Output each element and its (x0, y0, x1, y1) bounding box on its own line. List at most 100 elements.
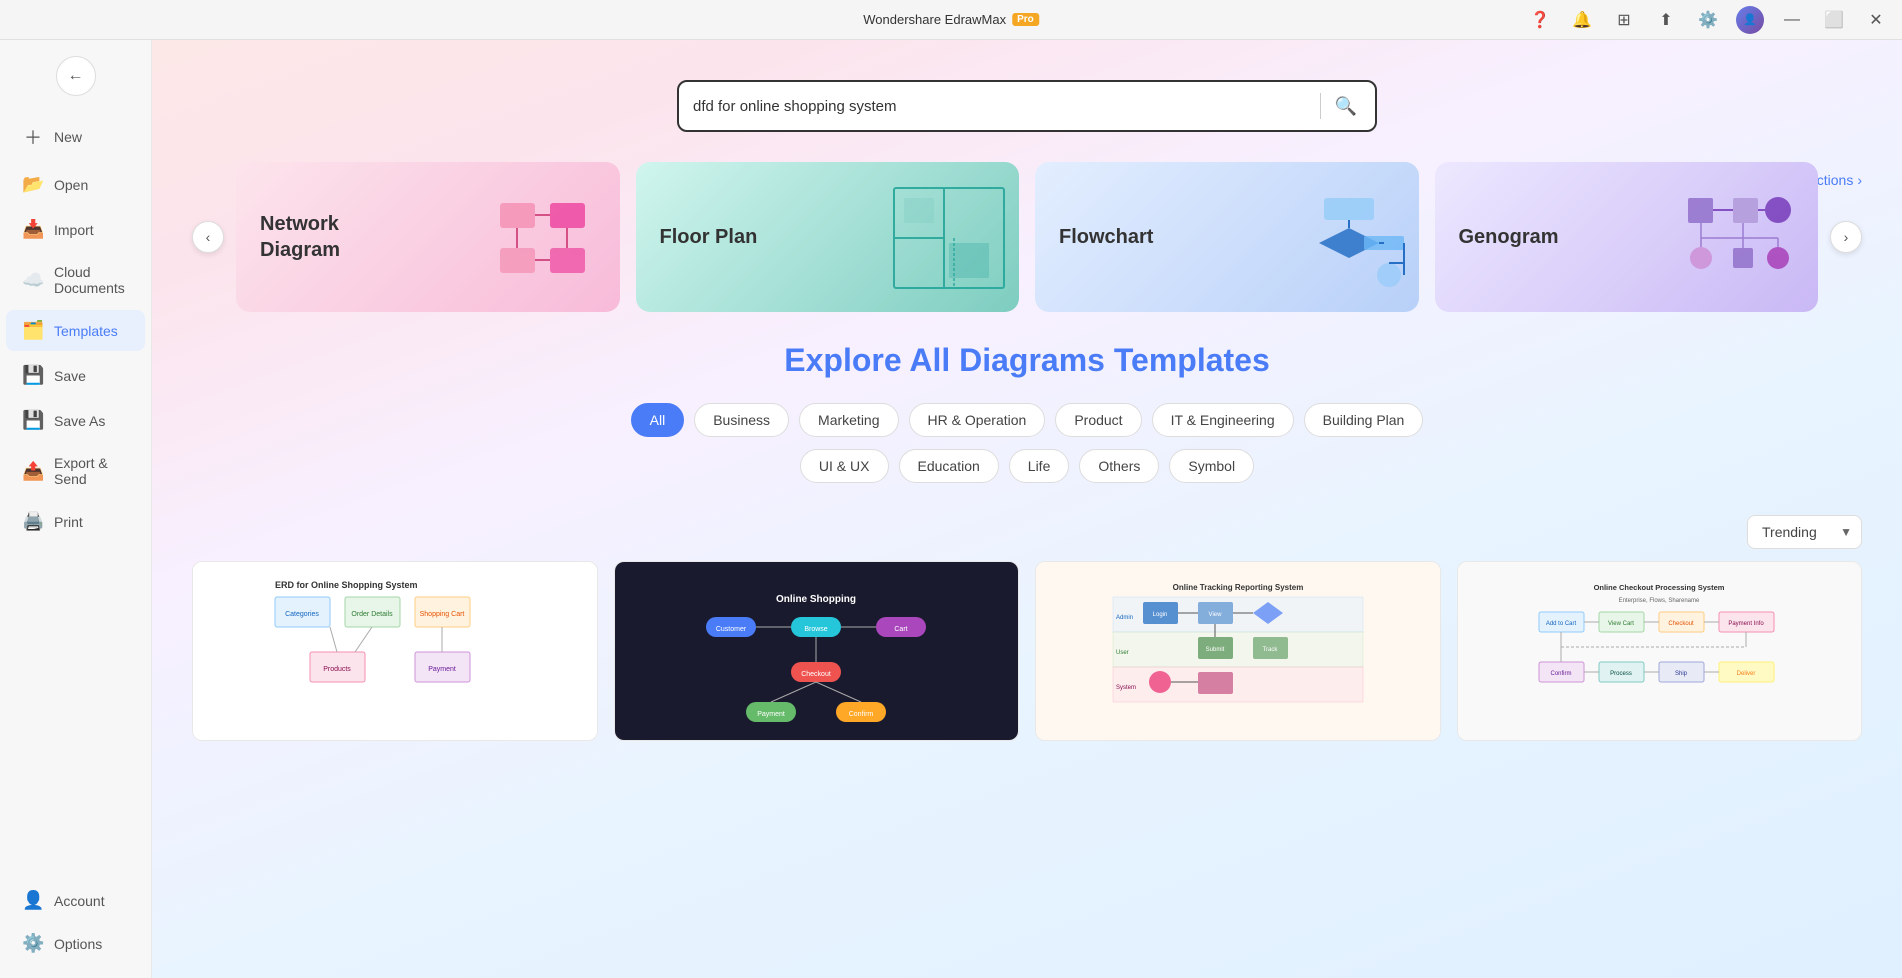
carousel-card-flowchart[interactable]: Flowchart (1035, 162, 1419, 312)
sidebar-label-open: Open (54, 177, 88, 193)
explore-section: Explore All Diagrams Templates All Busin… (152, 312, 1902, 515)
explore-title-prefix: Explore (784, 342, 909, 378)
back-button[interactable]: ← (56, 56, 96, 96)
sidebar-bottom: 👤 Account ⚙️ Options (0, 878, 151, 978)
svg-text:User: User (1116, 650, 1129, 656)
carousel-card-network[interactable]: NetworkDiagram (236, 162, 620, 312)
svg-text:Online Checkout Processing Sys: Online Checkout Processing System (1594, 583, 1725, 592)
cloud-icon: ☁️ (22, 270, 44, 291)
svg-text:Deliver: Deliver (1737, 671, 1756, 677)
filter-pills-row2: UI & UX Education Life Others Symbol (192, 449, 1862, 483)
template-card-online[interactable]: Online Shopping Customer Browse Cart Che… (614, 561, 1020, 741)
sidebar-item-open[interactable]: 📂 Open (6, 164, 145, 205)
minimize-btn[interactable]: — (1778, 6, 1806, 34)
filter-building[interactable]: Building Plan (1304, 403, 1424, 437)
carousel-label-network: NetworkDiagram (260, 211, 340, 263)
svg-text:View: View (1208, 612, 1222, 618)
filter-uiux[interactable]: UI & UX (800, 449, 889, 483)
close-btn[interactable]: ✕ (1862, 6, 1890, 34)
carousel-label-genogram: Genogram (1459, 224, 1559, 250)
svg-text:System: System (1116, 685, 1136, 691)
save-icon: 💾 (22, 365, 44, 386)
search-divider (1320, 93, 1321, 119)
carousel-items: NetworkDiagram (236, 162, 1818, 312)
templates-grid: ERD for Online Shopping System Categorie… (152, 561, 1902, 771)
carousel-label-floor: Floor Plan (660, 224, 758, 250)
import-icon: 📥 (22, 219, 44, 240)
template-thumb-admin: Online Tracking Reporting System Admin U… (1036, 562, 1440, 741)
svg-text:Customer: Customer (716, 626, 747, 633)
svg-text:Ship: Ship (1675, 671, 1688, 677)
open-icon: 📂 (22, 174, 44, 195)
template-thumb-erd: ERD for Online Shopping System Categorie… (193, 562, 597, 741)
sidebar-item-print[interactable]: 🖨️ Print (6, 501, 145, 542)
sidebar-label-new: New (54, 129, 82, 145)
share-btn[interactable]: ⬆ (1652, 6, 1680, 34)
sidebar-item-templates[interactable]: 🗂️ Templates (6, 310, 145, 351)
filter-life[interactable]: Life (1009, 449, 1070, 483)
sidebar-label-print: Print (54, 514, 83, 530)
filter-all[interactable]: All (631, 403, 685, 437)
svg-text:Submit: Submit (1205, 647, 1224, 653)
trending-select[interactable]: Trending Newest Most Used (1747, 515, 1862, 549)
avatar[interactable]: 👤 (1736, 6, 1764, 34)
svg-text:Shopping Cart: Shopping Cart (419, 611, 464, 618)
filter-symbol[interactable]: Symbol (1169, 449, 1254, 483)
template-card-admin[interactable]: Online Tracking Reporting System Admin U… (1035, 561, 1441, 741)
search-input[interactable] (693, 98, 1310, 115)
svg-text:Checkout: Checkout (801, 671, 831, 678)
apps-btn[interactable]: ⊞ (1610, 6, 1638, 34)
sidebar-item-new[interactable]: ＋ New (6, 114, 145, 160)
settings-btn[interactable]: ⚙️ (1694, 6, 1722, 34)
notification-btn[interactable]: 🔔 (1568, 6, 1596, 34)
svg-text:Process: Process (1610, 671, 1632, 677)
sidebar-label-cloud: Cloud Documents (54, 264, 129, 296)
sidebar: ← ＋ New 📂 Open 📥 Import ☁️ Cloud Documen… (0, 40, 152, 978)
sidebar-item-account[interactable]: 👤 Account (6, 880, 145, 921)
options-icon: ⚙️ (22, 933, 44, 954)
sidebar-label-templates: Templates (54, 323, 118, 339)
template-thumb-checkout: Online Checkout Processing System Enterp… (1458, 562, 1862, 741)
carousel-card-genogram[interactable]: Genogram (1435, 162, 1819, 312)
filter-hr[interactable]: HR & Operation (909, 403, 1046, 437)
sidebar-item-export[interactable]: 📤 Export & Send (6, 445, 145, 497)
svg-text:Confirm: Confirm (849, 711, 874, 718)
svg-text:View Cart: View Cart (1608, 621, 1634, 627)
carousel-prev-btn[interactable]: ‹ (192, 221, 224, 253)
filter-others[interactable]: Others (1079, 449, 1159, 483)
sidebar-item-cloud[interactable]: ☁️ Cloud Documents (6, 254, 145, 306)
filter-business[interactable]: Business (694, 403, 789, 437)
carousel-next-btn[interactable]: › (1830, 221, 1862, 253)
sidebar-item-save-as[interactable]: 💾 Save As (6, 400, 145, 441)
export-icon: 📤 (22, 461, 44, 482)
carousel-img-flowchart (1289, 193, 1409, 307)
new-icon: ＋ (22, 124, 44, 150)
svg-text:Admin: Admin (1116, 615, 1133, 621)
filter-marketing[interactable]: Marketing (799, 403, 898, 437)
svg-text:Checkout: Checkout (1669, 621, 1695, 627)
carousel-img-network (490, 193, 610, 307)
carousel-img-genogram (1678, 183, 1808, 307)
template-card-erd[interactable]: ERD for Online Shopping System Categorie… (192, 561, 598, 741)
filter-it[interactable]: IT & Engineering (1152, 403, 1294, 437)
filter-pills: All Business Marketing HR & Operation Pr… (192, 403, 1862, 437)
sidebar-item-import[interactable]: 📥 Import (6, 209, 145, 250)
sidebar-item-save[interactable]: 💾 Save (6, 355, 145, 396)
svg-text:Enterprise, Flows, Sharename: Enterprise, Flows, Sharename (1619, 598, 1700, 604)
app-name: Wondershare EdrawMax (863, 12, 1006, 27)
carousel-card-floor[interactable]: Floor Plan (636, 162, 1020, 312)
search-button[interactable]: 🔍 (1331, 92, 1361, 121)
template-thumb-online: Online Shopping Customer Browse Cart Che… (615, 562, 1019, 741)
sidebar-item-options[interactable]: ⚙️ Options (6, 923, 145, 964)
app-body: ← ＋ New 📂 Open 📥 Import ☁️ Cloud Documen… (0, 40, 1902, 978)
filter-education[interactable]: Education (899, 449, 999, 483)
template-card-checkout[interactable]: Online Checkout Processing System Enterp… (1457, 561, 1863, 741)
svg-text:Cart: Cart (895, 626, 908, 633)
trending-wrapper: Trending Newest Most Used ▼ (1747, 515, 1862, 549)
svg-text:Browse: Browse (805, 626, 828, 633)
maximize-btn[interactable]: ⬜ (1820, 6, 1848, 34)
filter-product[interactable]: Product (1055, 403, 1141, 437)
explore-title-highlight: All Diagrams Templates (909, 342, 1269, 378)
svg-text:Confirm: Confirm (1551, 671, 1572, 677)
help-icon-btn[interactable]: ❓ (1526, 6, 1554, 34)
